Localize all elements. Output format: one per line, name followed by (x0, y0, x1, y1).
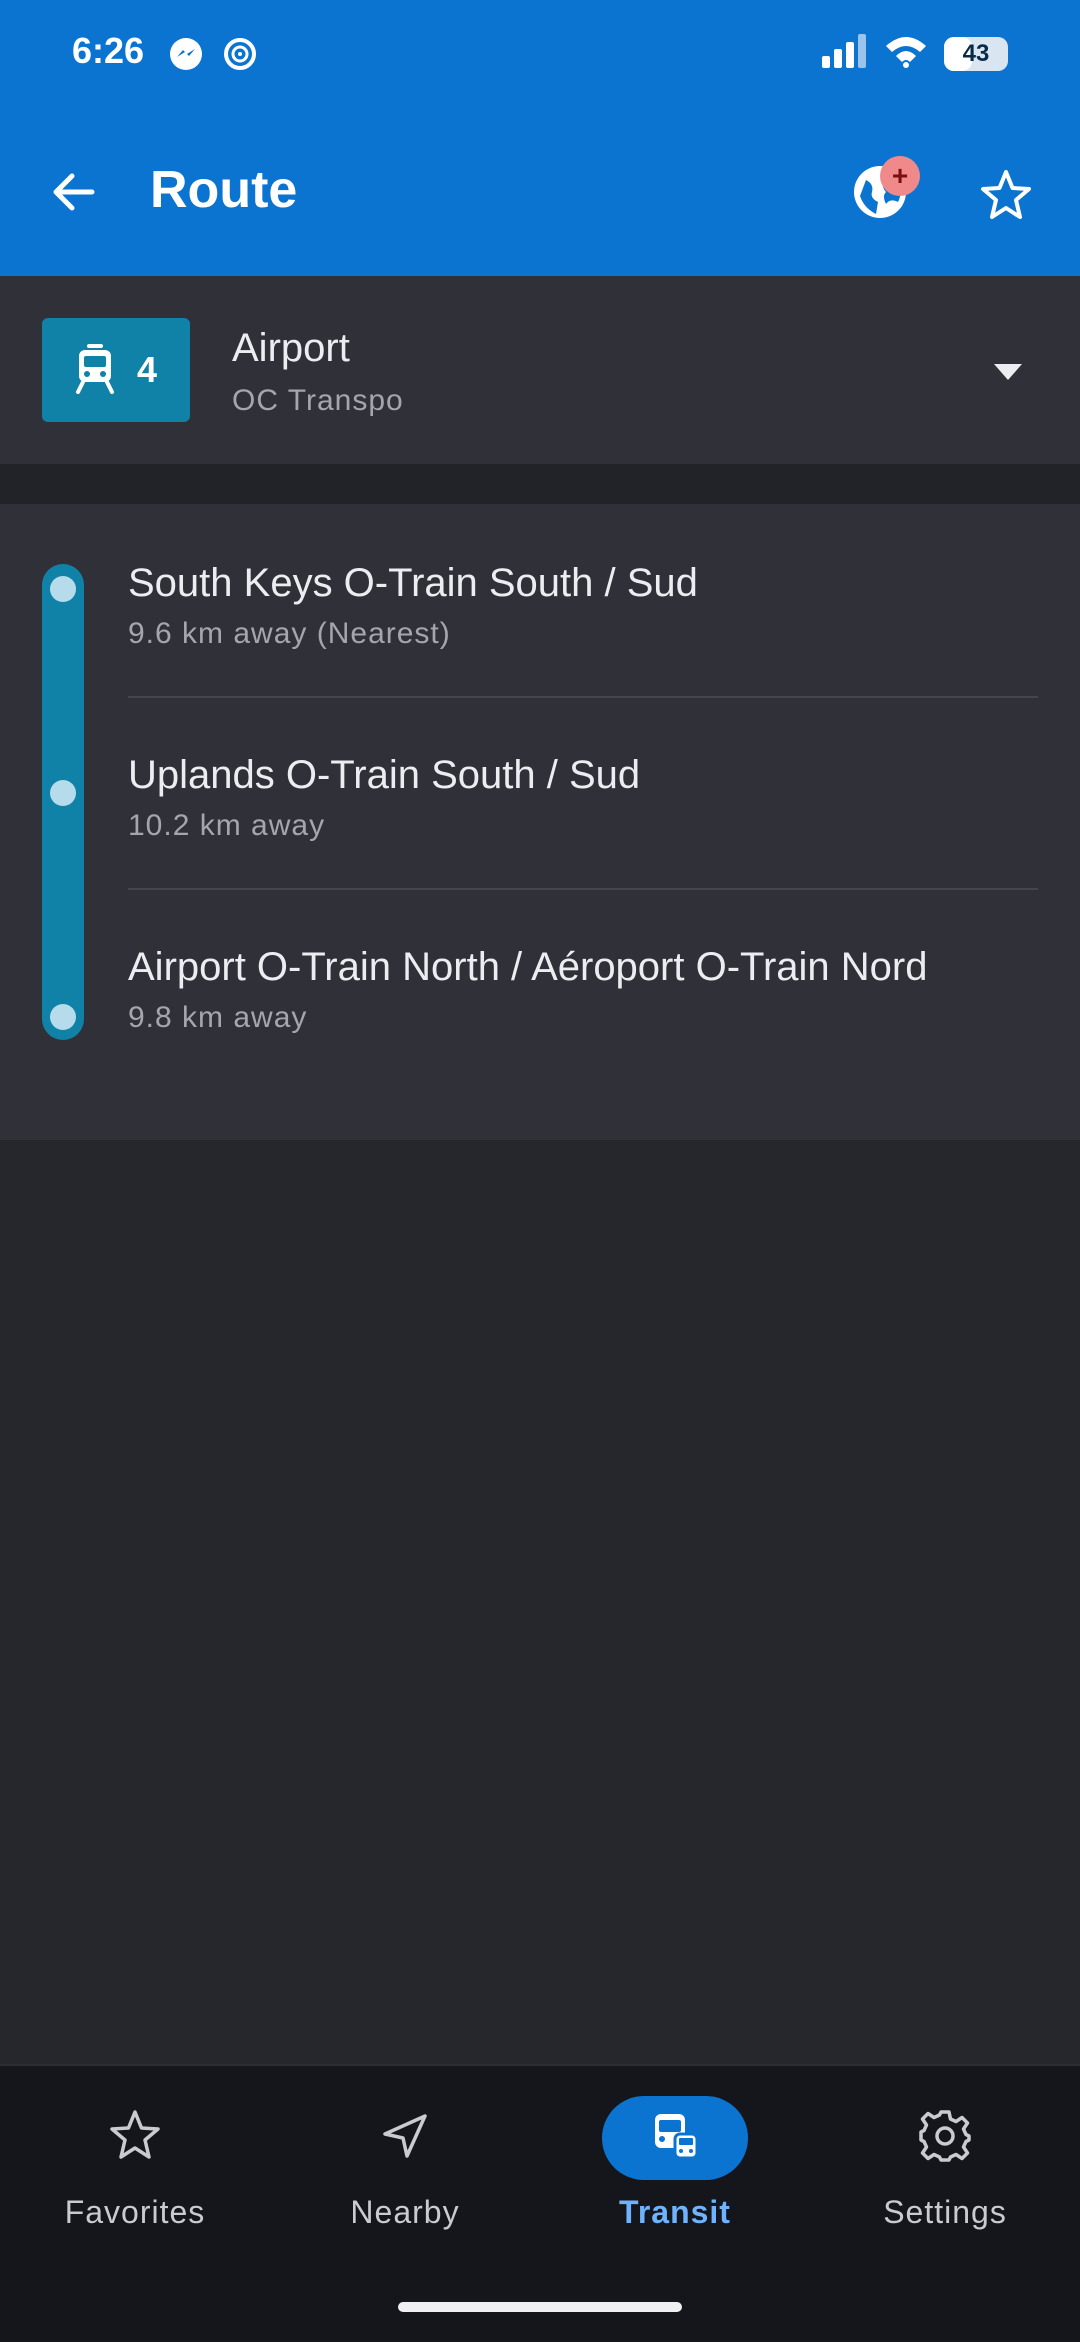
list-item[interactable]: Airport O-Train North / Aéroport O-Train… (128, 936, 1038, 1038)
stop-marker (50, 780, 76, 806)
status-bar: 6:26 43 (0, 0, 1080, 108)
messenger-icon (168, 36, 204, 77)
notification-icons (168, 36, 258, 77)
nav-transit[interactable]: Transit (540, 2096, 810, 2266)
status-time: 6:26 (72, 30, 145, 71)
route-agency: OC Transpo (232, 384, 404, 417)
threads-icon (222, 36, 258, 77)
nav-settings[interactable]: Settings (810, 2096, 1080, 2266)
route-number: 4 (136, 349, 158, 390)
stop-name: Uplands O-Train South / Sud (128, 753, 641, 797)
stop-name: South Keys O-Train South / Sud (128, 561, 698, 605)
bottom-navigation: Favorites Nearby Transit Settings (0, 2064, 1080, 2342)
stops-list: South Keys O-Train South / Sud 9.6 km aw… (0, 504, 1080, 1140)
back-arrow-icon[interactable] (48, 166, 100, 223)
stop-marker (50, 576, 76, 602)
dropdown-icon[interactable] (994, 364, 1022, 385)
wifi-icon (884, 34, 928, 73)
train-icon (647, 2108, 703, 2169)
nav-label: Nearby (350, 2194, 460, 2230)
star-icon (107, 2108, 163, 2169)
battery-indicator: 43 (944, 36, 1008, 71)
stop-distance: 9.6 km away (Nearest) (128, 617, 451, 650)
gear-icon (917, 2108, 973, 2169)
nav-label: Settings (883, 2194, 1007, 2230)
nav-favorites[interactable]: Favorites (0, 2096, 270, 2266)
route-selector[interactable]: 4 Airport OC Transpo (0, 276, 1080, 464)
signal-icon (822, 34, 868, 73)
home-indicator[interactable] (398, 2302, 682, 2312)
divider (128, 888, 1038, 890)
list-item[interactable]: South Keys O-Train South / Sud 9.6 km aw… (128, 552, 1038, 654)
stop-distance: 10.2 km away (128, 809, 326, 842)
stop-marker (50, 1004, 76, 1030)
route-badge: 4 (42, 318, 190, 422)
section-divider (0, 464, 1080, 504)
navigation-arrow-icon (377, 2108, 433, 2169)
route-name: Airport (232, 326, 350, 370)
page-title: Route (150, 161, 298, 219)
system-status-icons: 43 (822, 34, 1008, 73)
nav-nearby[interactable]: Nearby (270, 2096, 540, 2266)
list-item[interactable]: Uplands O-Train South / Sud 10.2 km away (128, 744, 1038, 846)
app-bar: Route + (0, 108, 1080, 276)
favorite-star-icon[interactable] (978, 168, 1034, 229)
nav-label: Transit (619, 2194, 731, 2230)
divider (128, 696, 1038, 698)
tram-icon (75, 342, 115, 399)
nav-label: Favorites (64, 2194, 206, 2230)
stop-name: Airport O-Train North / Aéroport O-Train… (128, 945, 928, 989)
stop-distance: 9.8 km away (128, 1001, 308, 1034)
notification-badge: + (880, 156, 920, 196)
